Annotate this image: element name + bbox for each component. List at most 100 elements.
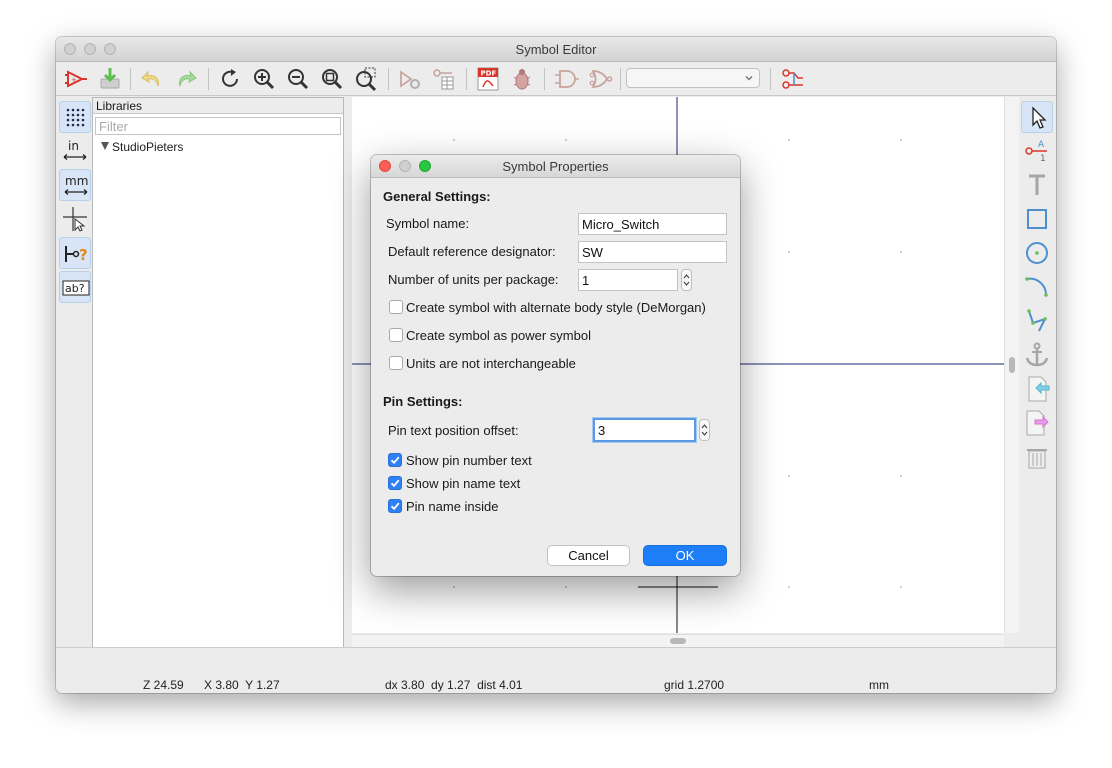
delete-tool-icon[interactable]: [1021, 441, 1053, 473]
show-pins-icon[interactable]: [778, 65, 806, 93]
pin-tool-icon[interactable]: A1: [1021, 135, 1053, 167]
right-toolbar: A1: [1020, 97, 1056, 497]
text-tool-icon[interactable]: [1021, 169, 1053, 201]
export-pdf-icon[interactable]: PDF: [474, 65, 502, 93]
symbol-properties-dialog: Symbol Properties General Settings: Symb…: [371, 155, 740, 576]
zoom-selection-icon[interactable]: [352, 65, 380, 93]
status-units: mm: [869, 678, 889, 692]
pdf-label: PDF: [481, 70, 497, 78]
toolbar-separator: [544, 68, 545, 90]
import-graphics-icon[interactable]: [1021, 373, 1053, 405]
show-pin-name-label: Show pin name text: [406, 476, 521, 491]
pin-offset-stepper[interactable]: [699, 419, 710, 441]
power-symbol-checkbox[interactable]: [389, 328, 403, 342]
unit-select[interactable]: [626, 68, 760, 88]
bug-icon[interactable]: [508, 65, 536, 93]
polyline-tool-icon[interactable]: [1021, 305, 1053, 337]
cancel-button[interactable]: Cancel: [547, 545, 630, 566]
checkmark-icon: [390, 502, 400, 511]
libraries-header: Libraries: [93, 98, 343, 114]
toolbar-separator: [388, 68, 389, 90]
general-settings-heading: General Settings:: [383, 189, 491, 204]
show-pin-name-checkbox[interactable]: [388, 476, 402, 490]
deMorgan-alt-icon[interactable]: [586, 65, 614, 93]
status-zoom: Z 24.59: [143, 678, 184, 692]
units-per-package-input[interactable]: [578, 269, 678, 291]
vertical-scrollbar[interactable]: [1004, 97, 1019, 633]
undo-icon[interactable]: [138, 65, 166, 93]
status-xy: X 3.80 Y 1.27: [204, 678, 280, 692]
alt-body-style-label: Create symbol with alternate body style …: [406, 300, 706, 315]
save-icon[interactable]: [96, 65, 124, 93]
pin-offset-label: Pin text position offset:: [388, 423, 519, 438]
rectangle-tool-icon[interactable]: [1021, 203, 1053, 235]
new-symbol-icon[interactable]: +: [62, 65, 90, 93]
alt-body-style-checkbox[interactable]: [389, 300, 403, 314]
rotate-icon[interactable]: [216, 65, 244, 93]
units-stepper[interactable]: [681, 269, 692, 291]
toolbar-separator: [620, 68, 621, 90]
pin-name-inside-label: Pin name inside: [406, 499, 499, 514]
inches-units-button[interactable]: in: [59, 135, 91, 167]
symbol-name-label: Symbol name:: [386, 216, 470, 231]
full-crosshair-icon[interactable]: [59, 203, 91, 235]
toolbar-separator: [466, 68, 467, 90]
circle-tool-icon[interactable]: [1021, 237, 1053, 269]
text-field-icon[interactable]: ab?: [59, 271, 91, 303]
mm-label: mm: [65, 174, 88, 188]
left-toolbar: in mm ? ab?: [58, 97, 92, 657]
libraries-panel: Libraries StudioPieters: [92, 97, 344, 650]
symbol-properties-icon[interactable]: [396, 65, 424, 93]
toolbar-separator: [130, 68, 131, 90]
pin-type-icon[interactable]: ?: [59, 237, 91, 269]
export-graphics-icon[interactable]: [1021, 407, 1053, 439]
horizontal-scrollbar[interactable]: [352, 634, 1004, 647]
dialog-title: Symbol Properties: [502, 159, 609, 174]
status-grid: grid 1.2700: [664, 678, 725, 692]
symbol-name-input[interactable]: [578, 213, 727, 235]
pin-offset-input[interactable]: [593, 418, 696, 442]
reference-designator-input[interactable]: [578, 241, 727, 263]
library-filter-input[interactable]: [95, 117, 341, 135]
svg-text:A: A: [1038, 140, 1045, 150]
deMorgan-normal-icon[interactable]: [552, 65, 580, 93]
toolbar-separator: [770, 68, 771, 90]
horizontal-scroll-thumb[interactable]: [670, 638, 686, 644]
chevron-down-icon: [745, 75, 753, 81]
pin-settings-heading: Pin Settings:: [383, 394, 463, 409]
zoom-fit-icon[interactable]: [318, 65, 346, 93]
anchor-icon[interactable]: [1021, 339, 1053, 371]
redo-icon[interactable]: [172, 65, 200, 93]
arc-tool-icon[interactable]: [1021, 271, 1053, 303]
mm-units-button[interactable]: mm: [59, 169, 91, 201]
status-bar: Z 24.59 X 3.80 Y 1.27 dx 3.80 dy 1.27 di…: [56, 647, 1056, 693]
checkmark-icon: [390, 456, 400, 465]
units-per-package-label: Number of units per package:: [388, 272, 559, 287]
dialog-titlebar: Symbol Properties: [371, 155, 740, 178]
show-pin-number-label: Show pin number text: [406, 453, 532, 468]
window-titlebar: Symbol Editor: [56, 37, 1056, 62]
power-symbol-label: Create symbol as power symbol: [406, 328, 591, 343]
text-field-label: ab?: [65, 282, 85, 295]
show-pin-number-checkbox[interactable]: [388, 453, 402, 467]
zoom-out-icon[interactable]: [284, 65, 312, 93]
vertical-scroll-thumb[interactable]: [1009, 357, 1015, 373]
expand-triangle-icon[interactable]: [101, 142, 109, 150]
ok-button[interactable]: OK: [643, 545, 727, 566]
svg-text:1: 1: [1040, 154, 1046, 164]
pin-table-icon[interactable]: [430, 65, 458, 93]
toolbar-separator: [208, 68, 209, 90]
svg-text:?: ?: [79, 246, 88, 264]
inches-label: in: [68, 139, 79, 153]
select-arrow-icon[interactable]: [1021, 101, 1053, 133]
window-title: Symbol Editor: [515, 42, 597, 57]
units-interchangeable-checkbox[interactable]: [389, 356, 403, 370]
pin-name-inside-checkbox[interactable]: [388, 499, 402, 513]
tree-item-studiopieters[interactable]: StudioPieters: [101, 140, 183, 154]
grid-icon[interactable]: [59, 101, 91, 133]
zoom-in-icon[interactable]: [250, 65, 278, 93]
main-toolbar: + PDF: [56, 62, 1056, 96]
reference-designator-label: Default reference designator:: [388, 244, 556, 259]
library-tree: StudioPieters: [101, 140, 183, 154]
checkmark-icon: [390, 479, 400, 488]
